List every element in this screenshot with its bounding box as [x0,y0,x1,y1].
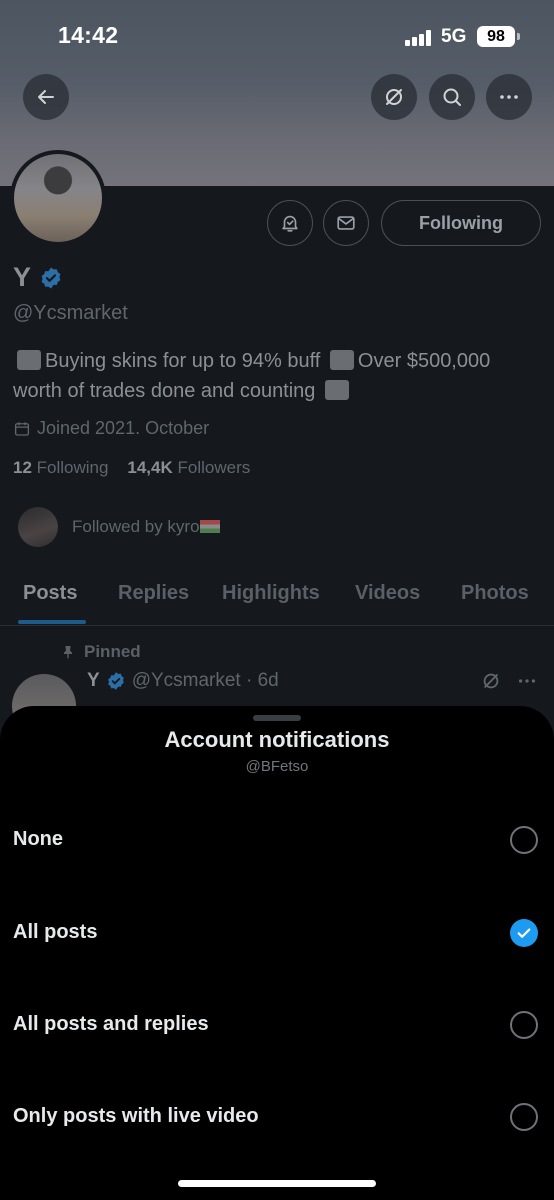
following-button[interactable]: Following [381,200,541,246]
status-bar: 14:42 5G 98 [0,0,554,72]
sheet-subtitle: @BFetso [245,758,309,775]
more-button[interactable] [486,74,532,120]
search-button[interactable] [429,74,475,120]
profile-tabs: Posts Replies Highlights Videos Photos [0,570,554,626]
tab-replies[interactable]: Replies [118,582,189,605]
pinned-label: Pinned [60,642,141,662]
sheet-grabber[interactable] [253,715,301,721]
radio-all-posts[interactable] [510,919,538,947]
option-none[interactable]: None [0,802,554,882]
radio-none[interactable] [510,826,538,854]
notepad-emoji-icon [325,380,349,400]
follower-avatar [18,507,58,547]
signal-icon [405,30,433,46]
message-button[interactable] [323,200,369,246]
money-emoji-icon [329,350,354,370]
flag-emoji-icon [199,520,220,533]
option-all-posts[interactable]: All posts [0,895,554,975]
search-icon [443,88,461,106]
radio-live-video[interactable] [510,1103,538,1131]
post-actions [480,670,538,692]
money-emoji-icon [17,350,41,370]
profile-name: Y [13,262,63,293]
option-live-video[interactable]: Only posts with live video [0,1079,554,1159]
profile-avatar[interactable] [10,150,106,246]
back-arrow-icon [38,90,54,104]
status-time: 14:42 [58,22,119,48]
verified-icon [41,267,61,288]
radio-all-posts-and-replies[interactable] [510,1011,538,1039]
more-icon [500,95,518,99]
tab-highlights[interactable]: Highlights [222,582,320,605]
joined-date: Joined 2021. October [13,418,209,439]
battery-icon: 98 [477,26,520,47]
home-indicator[interactable] [178,1180,376,1187]
grok-icon[interactable] [480,670,502,692]
mail-icon [337,216,355,230]
account-notifications-sheet: Account notifications @BFetso None All p… [0,706,554,1200]
tab-photos[interactable]: Photos [461,582,529,605]
bell-icon [282,215,298,232]
option-all-posts-and-replies[interactable]: All posts and replies [0,987,554,1067]
more-icon[interactable] [516,670,538,692]
followers-stat[interactable]: 14,4K Followers [127,458,250,477]
post-header: Y @Ycsmarket · 6d [87,670,279,691]
verified-icon [107,672,124,690]
check-icon [517,928,531,938]
grok-icon [386,89,402,105]
profile-handle: @Ycsmarket [13,302,128,324]
back-button[interactable] [23,74,69,120]
grok-button[interactable] [371,74,417,120]
calendar-icon [14,421,30,436]
profile-bio: Buying skins for up to 94% buff Over $50… [13,350,491,402]
follow-stats: 12 Following 14,4K Followers [13,458,250,478]
followed-by[interactable]: Followed by kyro [18,507,220,547]
notifications-bell-button[interactable] [267,200,313,246]
network-type: 5G [441,26,467,47]
sheet-title: Account notifications [164,727,390,752]
following-stat[interactable]: 12 Following [13,458,108,477]
active-tab-indicator [18,620,86,624]
tab-videos[interactable]: Videos [355,582,420,605]
pin-icon [64,646,72,659]
tab-posts[interactable]: Posts [23,582,77,605]
